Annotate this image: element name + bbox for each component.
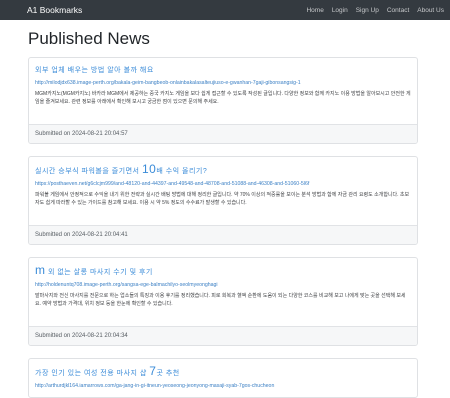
news-url-link[interactable]: http://holdenuntq708.image-perth.org/san… [35, 282, 411, 288]
card-body: 외부 업체 배우는 방법 알아 볼까 해요 http://milodjdx638… [29, 58, 417, 124]
title-number: 10 [141, 163, 157, 176]
nav-home-link[interactable]: Home [306, 7, 323, 14]
nav-about-link[interactable]: About Us [417, 7, 444, 14]
news-card: 실시간 승부식 파워볼을 즐기면서 10배 수익 올리기? https://po… [28, 156, 418, 245]
card-footer: Submitted on 2024-08-21 20:04:34 [29, 326, 417, 345]
title-number: 7 [149, 365, 157, 378]
news-url-link[interactable]: http://arthurdjkl164.iamarrows.com/ga-ja… [35, 383, 411, 389]
nav-login-link[interactable]: Login [332, 7, 348, 14]
news-title-link[interactable]: 가장 인기 있는 여성 전용 마사지 샵 7곳 추천 [35, 365, 411, 380]
card-body: 가장 인기 있는 여성 전용 마사지 샵 7곳 추천 http://arthur… [29, 359, 417, 397]
title-text: 가장 인기 있는 여성 전용 마사지 샵 [35, 370, 147, 377]
navbar: A1 Bookmarks Home Login Sign Up Contact … [0, 0, 450, 20]
card-body: 실시간 승부식 파워볼을 즐기면서 10배 수익 올리기? https://po… [29, 157, 417, 225]
nav-contact-link[interactable]: Contact [387, 7, 409, 14]
submitted-date: Submitted on 2024-08-21 20:04:41 [35, 232, 128, 238]
news-card: 가장 인기 있는 여성 전용 마사지 샵 7곳 추천 http://arthur… [28, 358, 418, 398]
page-title: Published News [28, 29, 150, 48]
news-excerpt: 발마사지와 전신 마사지를 전문으로 하는 업소들의 특징과 이용 후기를 정리… [35, 293, 406, 307]
news-card: m 외 없는 살롱 마사지 수기 및 후기 http://holdenuntq7… [28, 257, 418, 346]
submitted-date: Submitted on 2024-08-21 20:04:57 [35, 131, 128, 137]
title-text: 외 없는 살롱 마사지 수기 및 후기 [47, 269, 153, 276]
title-lead: m [35, 264, 46, 277]
nav-links: Home Login Sign Up Contact About Us [306, 7, 444, 14]
news-url-link[interactable]: https://posthaeven.net/g6clcjm999/and-48… [35, 181, 411, 187]
news-title-link[interactable]: 외부 업체 배우는 방법 알아 볼까 해요 [35, 64, 411, 77]
nav-signup-link[interactable]: Sign Up [356, 7, 379, 14]
title-text: 실시간 승부식 파워볼을 즐기면서 [35, 168, 140, 175]
card-body: m 외 없는 살롱 마사지 수기 및 후기 http://holdenuntq7… [29, 258, 417, 326]
news-excerpt: 파워볼 게임에서 안정적으로 수익을 내기 위한 전략과 실시간 배팅 방법에 … [35, 192, 410, 206]
title-text: 외부 업체 배우는 방법 알아 볼까 해요 [35, 67, 154, 74]
submitted-date: Submitted on 2024-08-21 20:04:34 [35, 333, 128, 339]
title-tail: 곳 추천 [156, 370, 180, 377]
news-excerpt: MGM카지노(MGM카지노) 바카라 MGM에서 제공하는 중국 카지노 게임을… [35, 91, 411, 105]
title-tail: 배 수익 올리기? [156, 168, 208, 175]
main-container: Published News 외부 업체 배우는 방법 알아 볼까 해요 htt… [0, 29, 450, 398]
card-footer: Submitted on 2024-08-21 20:04:57 [29, 124, 417, 143]
news-url-link[interactable]: http://milodjdx638.image-perth.org/bakal… [35, 80, 411, 86]
card-footer: Submitted on 2024-08-21 20:04:41 [29, 225, 417, 244]
news-card: 외부 업체 배우는 방법 알아 볼까 해요 http://milodjdx638… [28, 57, 418, 144]
brand-link[interactable]: A1 Bookmarks [27, 5, 82, 15]
news-title-link[interactable]: m 외 없는 살롱 마사지 수기 및 후기 [35, 264, 411, 279]
news-title-link[interactable]: 실시간 승부식 파워볼을 즐기면서 10배 수익 올리기? [35, 163, 411, 178]
